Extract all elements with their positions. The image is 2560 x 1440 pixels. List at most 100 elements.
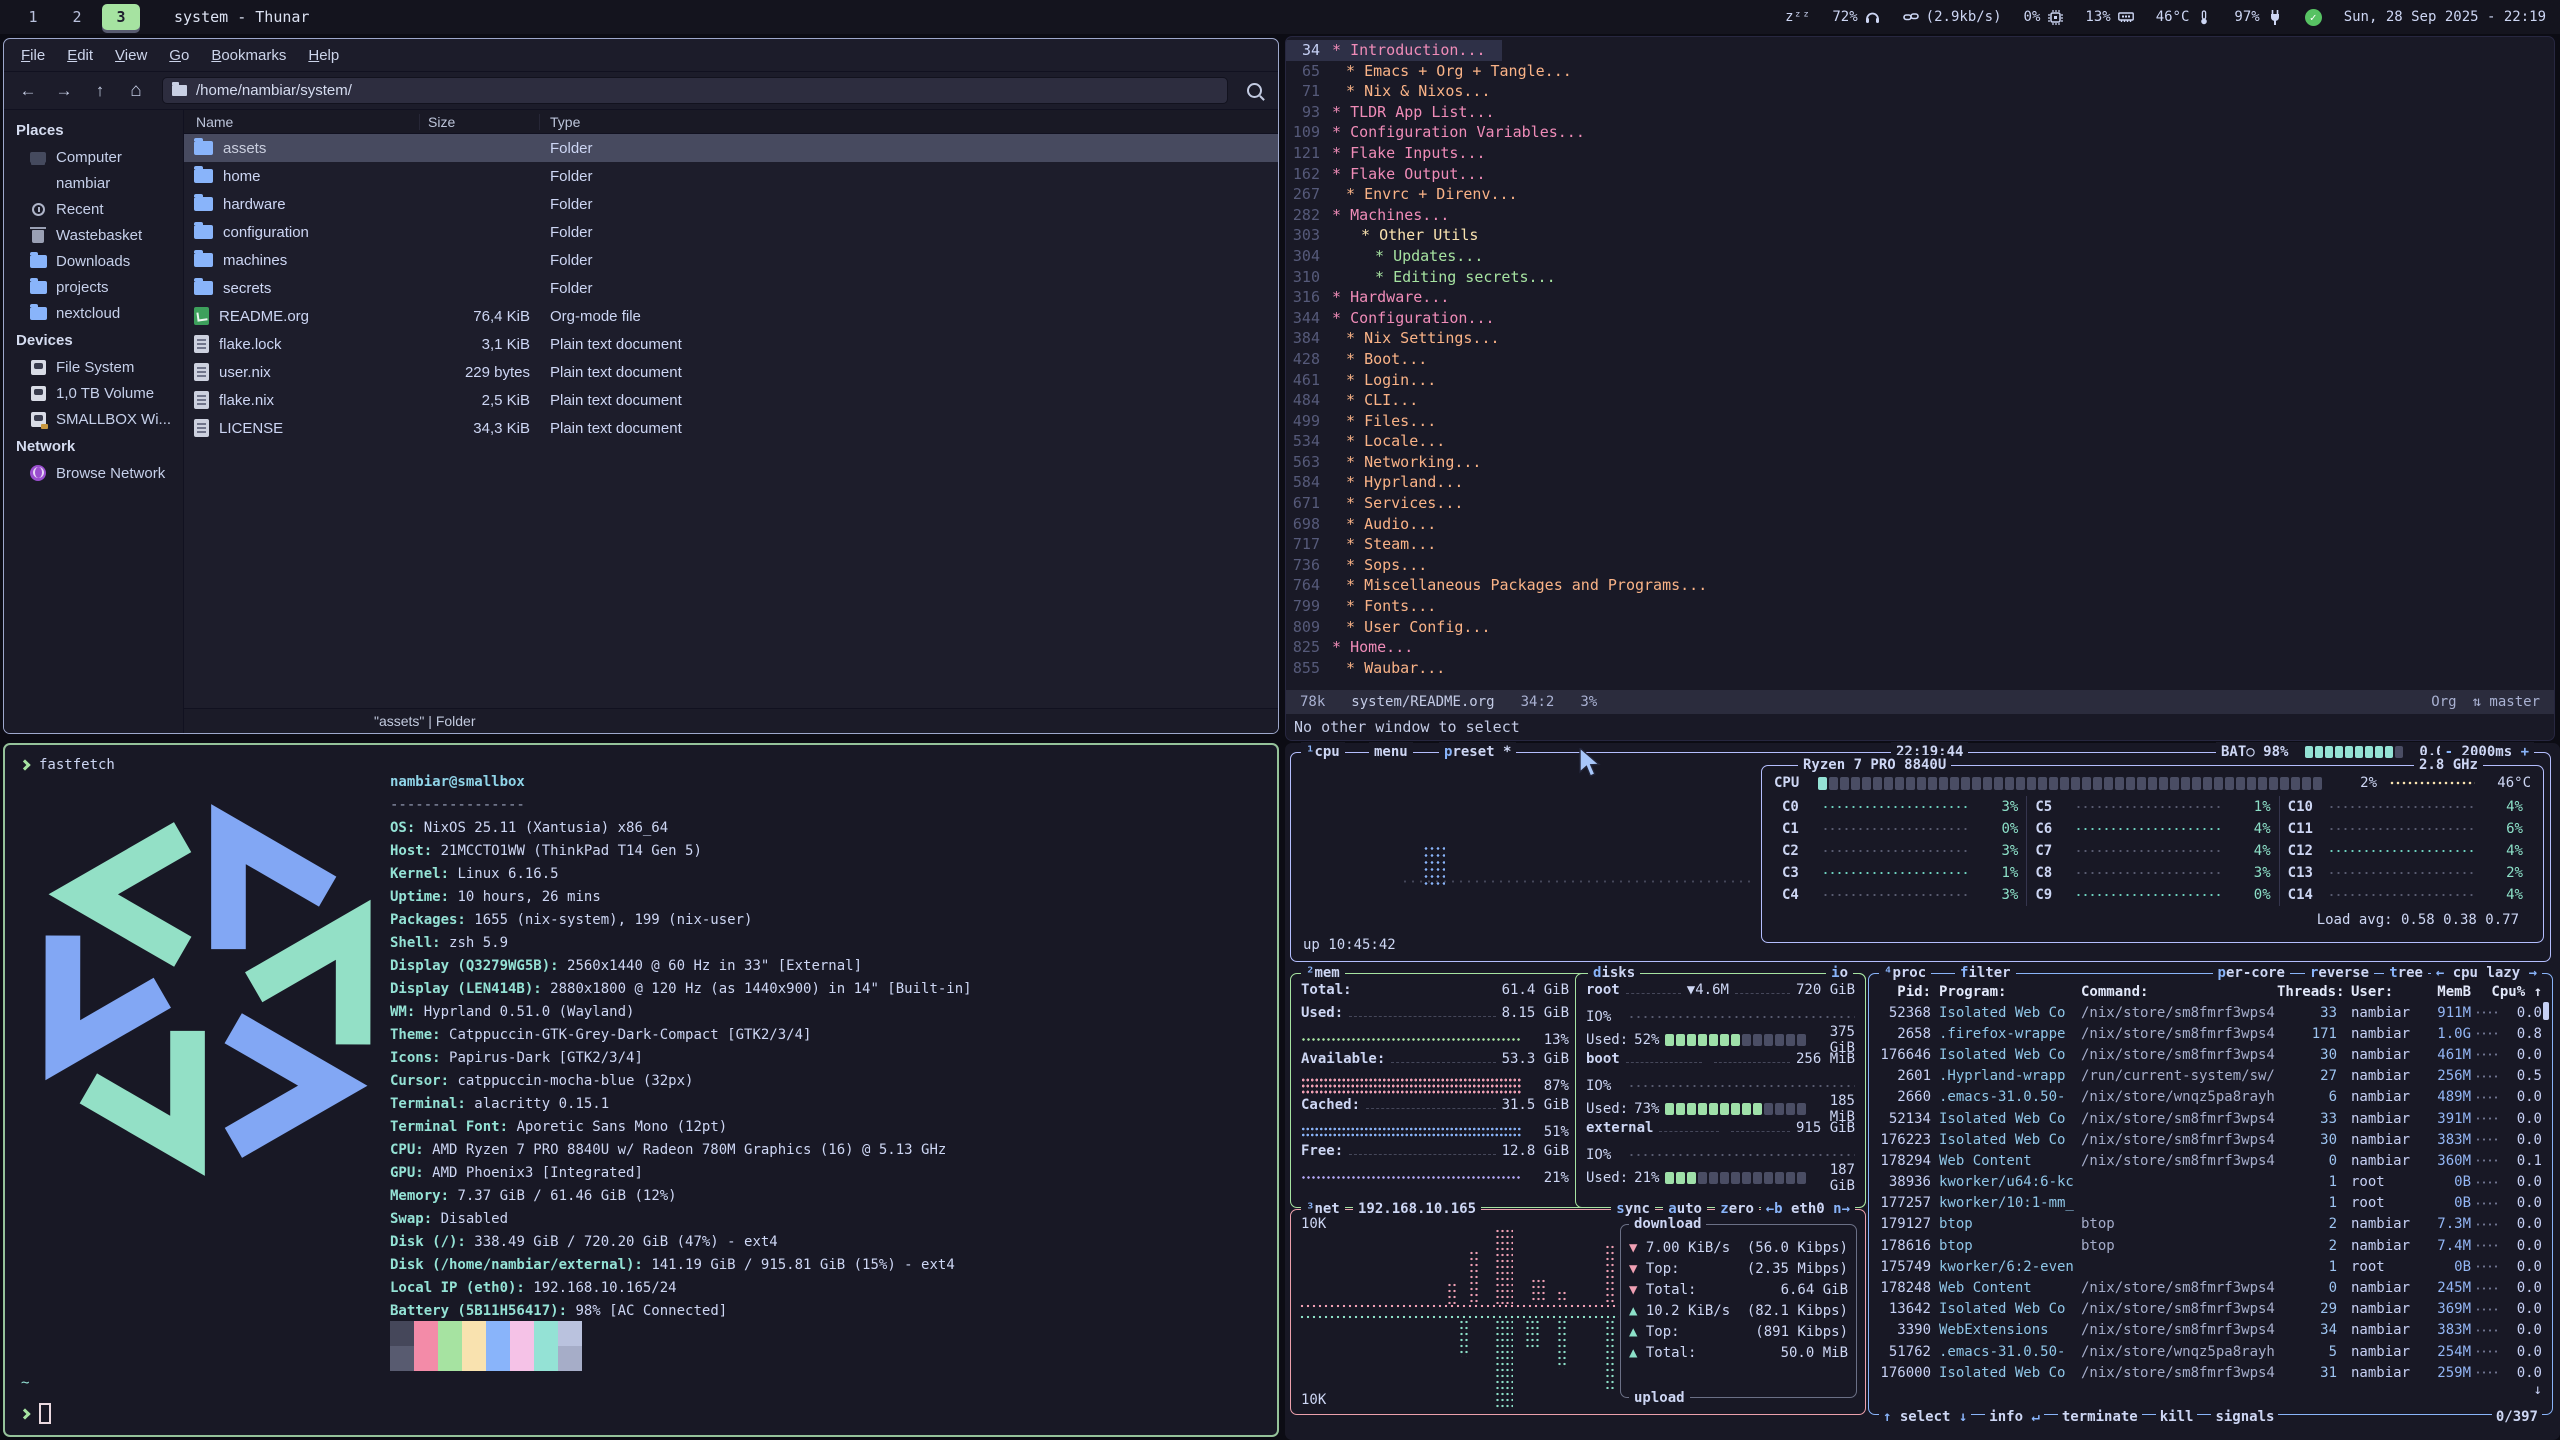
sidebar-place-item[interactable]: Computer xyxy=(4,144,183,170)
file-row[interactable]: hardware Folder xyxy=(184,190,1278,218)
kill-button[interactable]: kill xyxy=(2156,1409,2198,1425)
process-row[interactable]: 176000 Isolated Web Co /nix/store/sm8fmr… xyxy=(1879,1362,2542,1383)
net-interface-switcher[interactable]: ←b eth0 n→ xyxy=(1761,1199,1855,1219)
org-heading-line[interactable]: 671 * Services... xyxy=(1286,493,1479,514)
file-row[interactable]: configuration Folder xyxy=(184,218,1278,246)
org-heading-line[interactable]: 825 * Home... xyxy=(1286,637,1429,658)
org-heading-line[interactable]: 34 * Introduction... xyxy=(1286,40,1502,61)
org-heading-line[interactable]: 71 * Nix & Nixos... xyxy=(1286,81,1507,102)
column-size[interactable]: Size xyxy=(420,114,540,130)
org-heading-line[interactable]: 428 * Boot... xyxy=(1286,349,1443,370)
col-cpu[interactable]: Cpu% ↑ xyxy=(2471,984,2542,1000)
process-row[interactable]: 179127 btop btop 2 nambiar 7.3M 0.0 xyxy=(1879,1214,2542,1235)
terminate-button[interactable]: terminate xyxy=(2058,1409,2142,1425)
file-row[interactable]: assets Folder xyxy=(184,134,1278,162)
col-command[interactable]: Command: xyxy=(2081,984,2277,1000)
process-row[interactable]: 2660 .emacs-31.0.50- /nix/store/wnqz5pa8… xyxy=(1879,1087,2542,1108)
file-row[interactable]: flake.lock 3,1 KiB Plain text document xyxy=(184,330,1278,358)
org-heading-line[interactable]: 584 * Hyprland... xyxy=(1286,472,1479,493)
sidebar-place-item[interactable]: projects xyxy=(4,274,183,300)
process-row[interactable]: 178248 Web Content /nix/store/sm8fmrf3wp… xyxy=(1879,1277,2542,1298)
process-row[interactable]: 2658 .firefox-wrappe /nix/store/sm8fmrf3… xyxy=(1879,1023,2542,1044)
proc-filter-button[interactable]: filter xyxy=(1955,963,2016,983)
org-heading-line[interactable]: 717 * Steam... xyxy=(1286,534,1452,555)
org-heading-line[interactable]: 461 * Login... xyxy=(1286,370,1452,391)
file-row[interactable]: home Folder xyxy=(184,162,1278,190)
process-row[interactable]: 38936 kworker/u64:6-kc 1 root 0B 0.0 xyxy=(1879,1172,2542,1193)
sidebar-place-item[interactable]: Recent xyxy=(4,196,183,222)
signals-button[interactable]: signals xyxy=(2211,1409,2278,1425)
preset-button[interactable]: preset * xyxy=(1439,742,1516,762)
process-row[interactable]: 3390 WebExtensions /nix/store/sm8fmrf3wp… xyxy=(1879,1320,2542,1341)
mem-tab[interactable]: ²mem xyxy=(1301,963,1345,983)
process-row[interactable]: 52134 Isolated Web Co /nix/store/sm8fmrf… xyxy=(1879,1108,2542,1129)
org-heading-line[interactable]: 764 * Miscellaneous Packages and Program… xyxy=(1286,575,1723,596)
col-program[interactable]: Program: xyxy=(1939,984,2081,1000)
menu-file[interactable]: File xyxy=(10,43,56,68)
select-buttons[interactable]: ↑ select ↓ xyxy=(1879,1409,1971,1425)
org-heading-line[interactable]: 162 * Flake Output... xyxy=(1286,164,1502,185)
sidebar-device-item[interactable]: File System xyxy=(4,354,183,380)
sidebar-device-item[interactable]: 1,0 TB Volume xyxy=(4,380,183,406)
up-button[interactable]: ↑ xyxy=(84,77,116,105)
org-heading-line[interactable]: 303 * Other Utils xyxy=(1286,225,1494,246)
menu-bookmarks[interactable]: Bookmarks xyxy=(200,43,297,68)
path-bar[interactable]: /home/nambiar/system/ xyxy=(162,77,1228,104)
file-row[interactable]: machines Folder xyxy=(184,246,1278,274)
org-heading-line[interactable]: 344 * Configuration... xyxy=(1286,308,1511,329)
workspace-button[interactable]: 1 xyxy=(14,4,52,30)
sidebar-place-item[interactable]: nambiar xyxy=(4,170,183,196)
cpu-tab[interactable]: ¹cpu xyxy=(1301,742,1345,762)
process-row[interactable]: 176223 Isolated Web Co /nix/store/sm8fmr… xyxy=(1879,1129,2542,1150)
process-row[interactable]: 13642 Isolated Web Co /nix/store/sm8fmrf… xyxy=(1879,1299,2542,1320)
menu-edit[interactable]: Edit xyxy=(56,43,104,68)
process-row[interactable]: 177257 kworker/10:1-mm_ 1 root 0B 0.0 xyxy=(1879,1193,2542,1214)
column-name[interactable]: Name xyxy=(184,114,420,130)
shell-prompt[interactable] xyxy=(21,1403,51,1424)
file-row[interactable]: user.nix 229 bytes Plain text document xyxy=(184,358,1278,386)
process-scrollbar[interactable] xyxy=(2543,1002,2549,1020)
search-button[interactable] xyxy=(1238,77,1270,105)
menu-button[interactable]: menu xyxy=(1369,742,1413,762)
org-heading-line[interactable]: 93 * TLDR App List... xyxy=(1286,102,1511,123)
menu-view[interactable]: View xyxy=(104,43,158,68)
org-heading-line[interactable]: 698 * Audio... xyxy=(1286,514,1452,535)
org-heading-line[interactable]: 316 * Hardware... xyxy=(1286,287,1465,308)
proc-sort-selector[interactable]: ← cpu lazy → xyxy=(2431,963,2542,983)
process-row[interactable]: 175749 kworker/6:2-even 1 root 0B 0.0 xyxy=(1879,1256,2542,1277)
sidebar-device-item[interactable]: SMALLBOX Wi... xyxy=(4,406,183,432)
org-heading-line[interactable]: 563 * Networking... xyxy=(1286,452,1497,473)
org-heading-line[interactable]: 282 * Machines... xyxy=(1286,205,1465,226)
proc-tree-toggle[interactable]: tree xyxy=(2384,963,2428,983)
org-heading-line[interactable]: 809 * User Config... xyxy=(1286,617,1507,638)
back-button[interactable]: ← xyxy=(12,77,44,105)
disks-io-toggle[interactable]: io xyxy=(1826,963,1853,983)
sidebar-place-item[interactable]: nextcloud xyxy=(4,300,183,326)
org-heading-line[interactable]: 799 * Fonts... xyxy=(1286,596,1452,617)
process-row[interactable]: 2601 .Hyprland-wrapp /run/current-system… xyxy=(1879,1066,2542,1087)
org-heading-line[interactable]: 267 * Envrc + Direnv... xyxy=(1286,184,1534,205)
org-heading-line[interactable]: 534 * Locale... xyxy=(1286,431,1461,452)
col-threads[interactable]: Threads: xyxy=(2277,984,2351,1000)
org-heading-line[interactable]: 855 * Waubar... xyxy=(1286,658,1461,679)
org-heading-line[interactable]: 109 * Configuration Variables... xyxy=(1286,122,1601,143)
workspace-button[interactable]: 3 xyxy=(102,4,140,30)
net-zero-toggle[interactable]: zero xyxy=(1715,1199,1759,1219)
forward-button[interactable]: → xyxy=(48,77,80,105)
file-row[interactable]: flake.nix 2,5 KiB Plain text document xyxy=(184,386,1278,414)
org-buffer[interactable]: 34 * Introduction... 65 * Emacs + Org + … xyxy=(1286,37,2554,690)
sidebar-network-item[interactable]: Browse Network xyxy=(4,460,183,486)
col-mem[interactable]: MemB xyxy=(2423,984,2471,1000)
process-row[interactable]: 178616 btop btop 2 nambiar 7.4M 0.0 xyxy=(1879,1235,2542,1256)
sidebar-place-item[interactable]: Downloads xyxy=(4,248,183,274)
workspace-button[interactable]: 2 xyxy=(58,4,96,30)
menu-help[interactable]: Help xyxy=(297,43,350,68)
process-row[interactable]: 52368 Isolated Web Co /nix/store/sm8fmrf… xyxy=(1879,1002,2542,1023)
terminal-window[interactable]: fastfetch nambiar@smallbox -------------… xyxy=(3,743,1279,1437)
org-heading-line[interactable]: 484 * CLI... xyxy=(1286,390,1434,411)
menu-go[interactable]: Go xyxy=(158,43,200,68)
process-row[interactable]: 51762 .emacs-31.0.50- /nix/store/wnqz5pa… xyxy=(1879,1341,2542,1362)
column-type[interactable]: Type xyxy=(540,114,1278,130)
file-row[interactable]: LICENSE 34,3 KiB Plain text document xyxy=(184,414,1278,442)
org-heading-line[interactable]: 310 * Editing secrets... xyxy=(1286,267,1572,288)
